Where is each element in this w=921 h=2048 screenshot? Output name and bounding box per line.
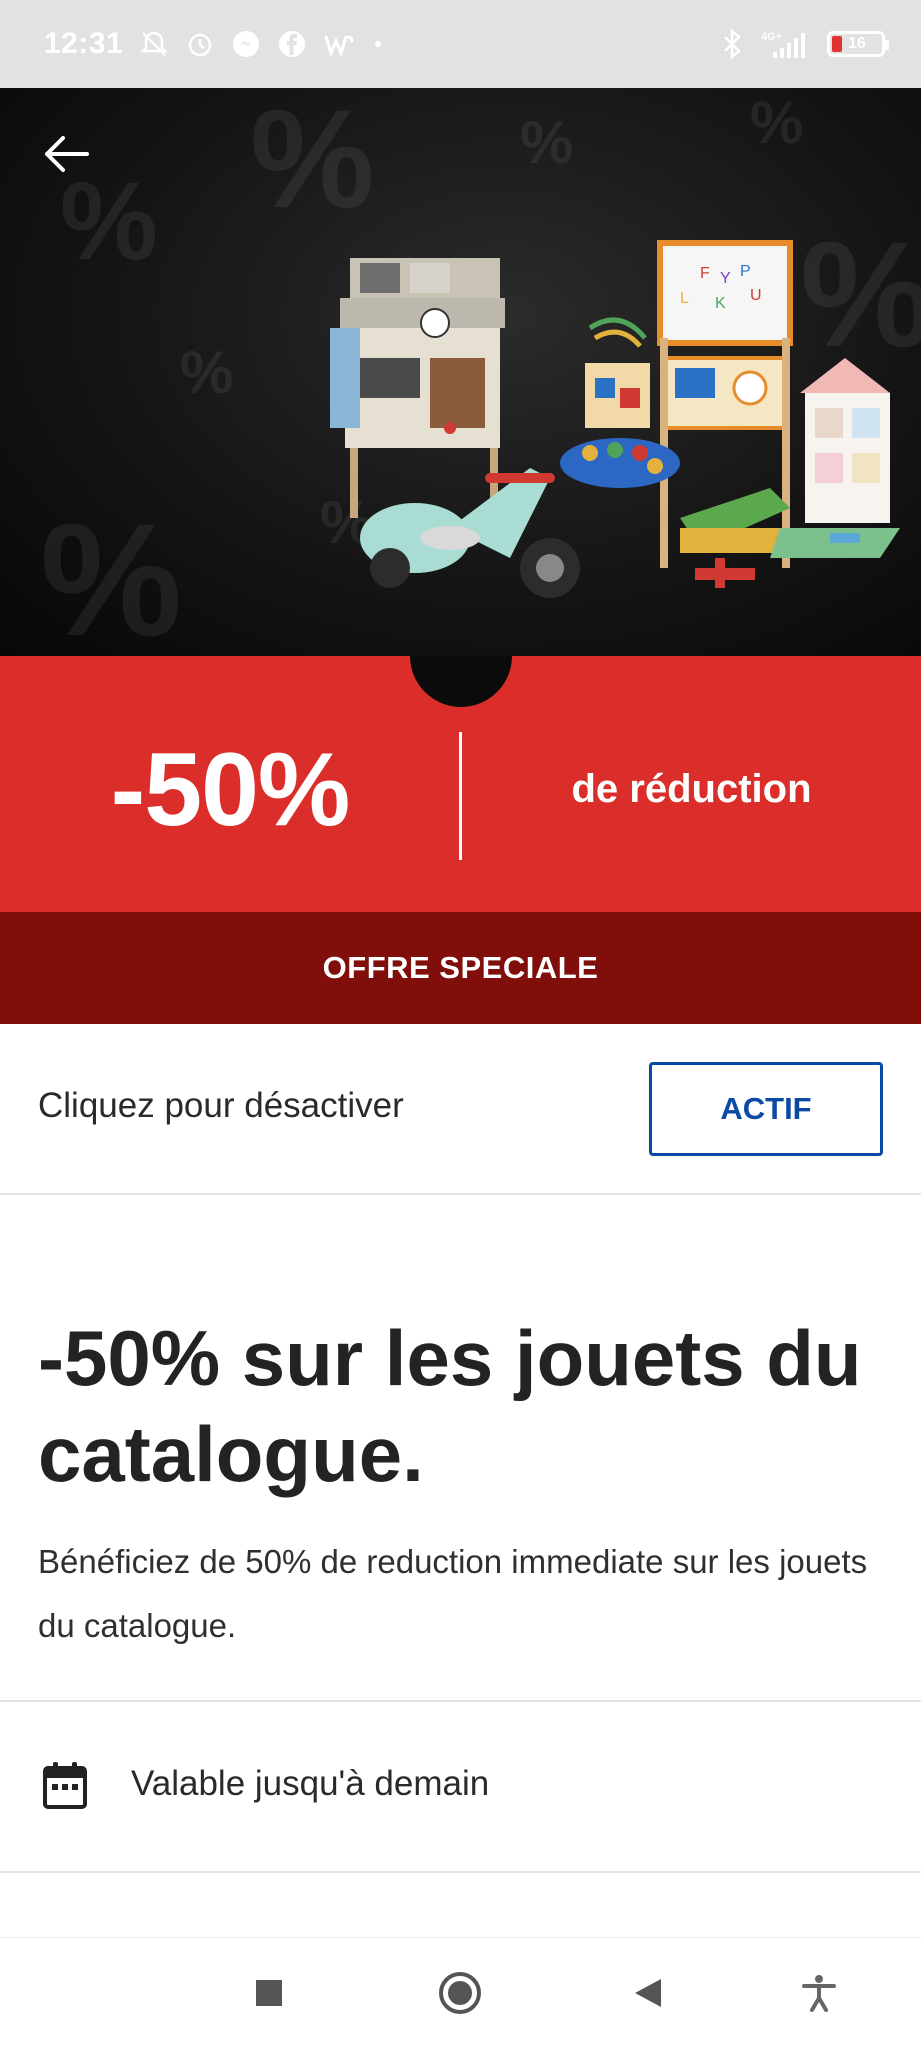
validity-text: Valable jusqu'à demain — [131, 1764, 490, 1803]
triangle-back-icon — [635, 1979, 661, 2007]
discount-band: -50% de réduction — [0, 656, 921, 912]
home-circle-icon — [439, 1972, 481, 2014]
percent-decoration: % — [520, 109, 574, 176]
svg-text:U: U — [750, 287, 762, 304]
recents-button[interactable] — [244, 1968, 294, 2018]
system-nav-bar — [0, 1937, 921, 2048]
active-toggle-button[interactable]: ACTIF — [649, 1062, 883, 1156]
square-icon — [256, 1980, 282, 2006]
validity-row: Valable jusqu'à demain — [0, 1702, 921, 1872]
battery-icon: 16 — [827, 31, 889, 57]
discount-value: -50% — [110, 731, 351, 848]
messenger-icon — [231, 29, 261, 59]
activation-row: Cliquez pour désactiver ACTIF — [0, 1024, 921, 1195]
battery-fill — [832, 36, 842, 52]
back-arrow-icon — [45, 136, 89, 172]
svg-text:Y: Y — [720, 270, 731, 287]
discount-label: de réduction — [571, 766, 812, 811]
battery-level: 16 — [848, 35, 866, 52]
toy-scooter — [360, 468, 580, 598]
divider — [0, 1871, 921, 1873]
w-app-icon — [323, 29, 355, 59]
status-bar: 12:31 4G+ 16 — [0, 0, 921, 88]
signal-icon: 4G+ — [759, 28, 811, 60]
accessibility-button[interactable] — [794, 1968, 844, 2018]
toy-pounding-bench — [560, 438, 680, 488]
facebook-icon — [277, 29, 307, 59]
home-button[interactable] — [435, 1968, 485, 2018]
toy-crocodile — [680, 488, 790, 588]
svg-text:4G+: 4G+ — [761, 31, 782, 43]
back-nav-button[interactable] — [623, 1968, 673, 2018]
svg-text:P: P — [740, 263, 751, 280]
status-time: 12:31 — [44, 27, 124, 60]
status-left: 12:31 — [44, 27, 385, 61]
svg-text:F: F — [700, 265, 710, 282]
percent-decoration: % — [180, 339, 234, 406]
back-button[interactable] — [36, 124, 96, 184]
deactivate-hint: Cliquez pour désactiver — [38, 1086, 404, 1125]
percent-decoration: % — [40, 490, 183, 656]
special-offer-label: OFFRE SPECIALE — [322, 950, 599, 985]
hero-banner: % % % % % % % % F Y P L K U — [0, 88, 921, 656]
accessibility-icon — [802, 1975, 836, 2012]
bluetooth-icon — [721, 28, 743, 60]
status-right: 4G+ 16 — [721, 28, 889, 60]
toy-activity-cube — [585, 317, 650, 428]
special-offer-band: OFFRE SPECIALE — [0, 912, 921, 1024]
dot-icon — [371, 37, 385, 51]
svg-text:K: K — [715, 295, 726, 312]
percent-decoration: % — [250, 88, 375, 237]
calendar-icon — [43, 1762, 87, 1809]
silent-alarm-icon — [139, 29, 169, 59]
svg-text:L: L — [680, 290, 689, 307]
percent-decoration: % — [750, 89, 804, 156]
toys-illustration: F Y P L K U — [330, 240, 900, 598]
alarm-icon — [185, 29, 215, 59]
toy-kitchen — [330, 258, 505, 518]
offer-headline: -50% sur les jouets du catalogue. — [38, 1314, 862, 1498]
offer-description: Bénéficiez de 50% de reduction immediate… — [38, 1543, 868, 1644]
